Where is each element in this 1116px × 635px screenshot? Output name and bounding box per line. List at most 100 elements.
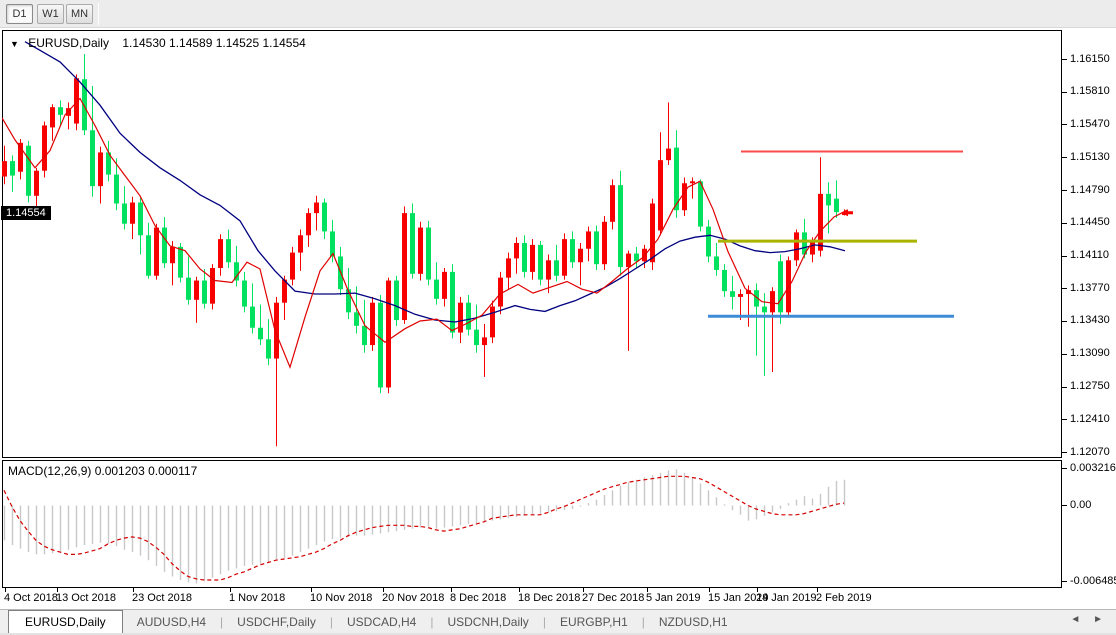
candle-body <box>378 302 383 388</box>
tab-eurusd-daily[interactable]: EURUSD,Daily <box>8 610 123 633</box>
date-axis-label: 23 Oct 2018 <box>132 592 192 604</box>
macd-indicator-label: MACD(12,26,9) 0.001203 0.000117 <box>8 464 198 478</box>
timeframe-button-mn[interactable]: MN <box>66 4 93 24</box>
candle-body <box>570 239 575 263</box>
scale-tick <box>1062 256 1067 257</box>
chart-tab-bar: EURUSD,Daily AUDUSD,H4 | USDCHF,Daily | USDCA… <box>0 609 1116 633</box>
scale-tick <box>1062 419 1067 420</box>
candle-body <box>610 185 615 222</box>
candle-body <box>714 256 719 270</box>
scale-tick <box>1062 581 1067 582</box>
candle-body <box>602 221 607 265</box>
candle-body <box>50 107 55 128</box>
price-axis-label: 1.14790 <box>1070 184 1110 196</box>
candle-body <box>562 239 567 276</box>
candle-body <box>394 280 399 321</box>
tab-scroll-right-icon[interactable]: ► <box>1088 614 1108 625</box>
candle-body <box>90 130 95 187</box>
date-axis-label: 8 Dec 2018 <box>450 592 507 604</box>
candle-body <box>738 294 743 297</box>
scale-tick <box>1062 387 1067 388</box>
date-axis-label: 20 Nov 2018 <box>382 592 445 604</box>
price-axis-label: 1.14450 <box>1070 216 1110 228</box>
candle-body <box>762 306 767 313</box>
date-axis-label: 5 Jan 2019 <box>646 592 701 604</box>
candle-body <box>498 277 503 307</box>
candle-body <box>450 271 455 333</box>
candle-body <box>666 148 671 161</box>
price-axis-label: 1.13090 <box>1070 347 1110 359</box>
candle-body <box>314 202 319 214</box>
candle-body <box>42 125 47 171</box>
tab-usdcad-h4[interactable]: USDCAD,H4 <box>333 611 430 634</box>
scale-tick <box>1062 92 1067 93</box>
time-scale[interactable]: 4 Oct 2018 13 Oct 2018 23 Oct 2018 1 Nov 20… <box>2 588 1062 609</box>
tab-nzdusd-h1[interactable]: NZDUSD,H1 <box>645 611 742 634</box>
chart-ohlc-values: 1.14530 1.14589 1.14525 1.14554 <box>122 36 306 50</box>
tab-usdcnh-daily[interactable]: USDCNH,Daily <box>433 611 542 634</box>
candle-body <box>258 327 263 340</box>
candle-body <box>538 244 543 280</box>
candle-body <box>834 198 839 213</box>
candle-body <box>290 252 295 280</box>
tab-audusd-h4[interactable]: AUDUSD,H4 <box>123 611 220 634</box>
macd-chart[interactable] <box>2 460 1062 588</box>
candle-body <box>586 231 591 249</box>
price-axis-label: 1.15470 <box>1070 118 1110 130</box>
candle-body <box>210 268 215 304</box>
candle-body <box>138 202 143 236</box>
candle-body <box>298 235 303 253</box>
price-axis-label: 1.12750 <box>1070 380 1110 392</box>
candle-body <box>458 302 463 333</box>
date-axis-label: 18 Dec 2018 <box>518 592 581 604</box>
candle-body <box>594 231 599 265</box>
price-axis-label: 1.12410 <box>1070 413 1110 425</box>
date-axis-label: 2 Feb 2019 <box>816 592 872 604</box>
scale-tick <box>1062 452 1067 453</box>
tab-scroll-left-icon[interactable]: ◄ <box>1065 614 1085 625</box>
candle-body <box>26 145 31 196</box>
candle-body <box>578 248 583 263</box>
price-axis-label: 1.12070 <box>1070 446 1110 458</box>
candle-body <box>122 203 127 224</box>
candle-body <box>658 160 663 231</box>
date-axis-label: 24 Jan 2019 <box>756 592 817 604</box>
candle-body <box>250 306 255 328</box>
timeframe-button-d1[interactable]: D1 <box>6 4 33 24</box>
tab-eurgbp-h1[interactable]: EURGBP,H1 <box>546 611 642 634</box>
price-axis-label: 1.13770 <box>1070 282 1110 294</box>
candle-body <box>354 312 359 326</box>
candle-body <box>114 174 119 204</box>
timeframe-button-w1[interactable]: W1 <box>37 4 64 24</box>
candle-body <box>242 280 247 307</box>
candle-body <box>474 329 479 346</box>
candle-body <box>226 239 231 263</box>
macd-axis-label: -0.006485 <box>1070 575 1116 587</box>
candle-body <box>490 306 495 338</box>
price-scale[interactable]: 1.16150 1.15810 1.15470 1.15130 1.14790 1.144… <box>1062 0 1116 610</box>
candle-body <box>418 227 423 274</box>
tab-usdchf-daily[interactable]: USDCHF,Daily <box>223 611 330 634</box>
candle-body <box>434 279 439 299</box>
symbol-dropdown-icon[interactable]: ▼ <box>10 39 19 49</box>
candle-body <box>58 107 63 115</box>
chart-symbol: EURUSD,Daily <box>28 36 109 50</box>
current-price-tag: 1.14554 <box>1 206 51 220</box>
candle-body <box>362 325 367 346</box>
candle-body <box>98 152 103 187</box>
candle-body <box>482 337 487 346</box>
price-chart[interactable] <box>2 30 1062 458</box>
candle-body <box>34 170 39 196</box>
candle-body <box>770 291 775 313</box>
candle-body <box>330 231 335 257</box>
price-axis-label: 1.13430 <box>1070 314 1110 326</box>
price-axis-label: 1.16150 <box>1070 53 1110 65</box>
macd-pane-border <box>2 460 1062 588</box>
candle-body <box>426 227 431 280</box>
trading-terminal-window: D1 W1 MN ▼ EURUSD,Daily 1.14530 1.14589 … <box>0 0 1116 635</box>
scale-tick <box>1062 223 1067 224</box>
candle-body <box>370 302 375 346</box>
price-axis-label: 1.15130 <box>1070 151 1110 163</box>
scale-tick <box>1062 157 1067 158</box>
scale-tick <box>1062 468 1067 469</box>
